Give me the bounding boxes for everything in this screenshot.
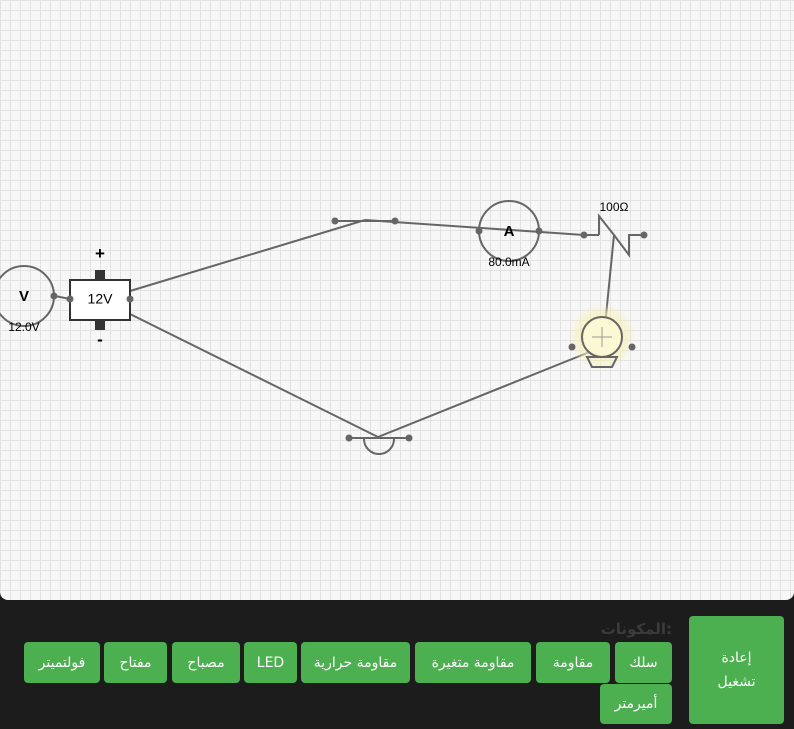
connection-point[interactable] bbox=[391, 217, 399, 225]
connection-point[interactable] bbox=[126, 295, 134, 303]
battery-plus-sign: + bbox=[95, 244, 105, 263]
connection-point[interactable] bbox=[405, 434, 413, 442]
component-toolbar: المكونات: إعادة تشغيل سلك مقاومة مقاومة … bbox=[0, 600, 794, 729]
ammeter-button[interactable]: أميرمتر bbox=[600, 684, 672, 724]
voltmeter[interactable]: V 12.0V bbox=[0, 265, 58, 334]
led-button[interactable]: LED bbox=[244, 642, 297, 683]
battery-positive-terminal bbox=[95, 270, 105, 280]
reset-button-line2: تشغيل bbox=[717, 674, 756, 690]
resistor-button[interactable]: مقاومة bbox=[536, 642, 610, 683]
reset-button-line1: إعادة bbox=[721, 650, 752, 666]
connection-point[interactable] bbox=[535, 227, 543, 235]
connection-point[interactable] bbox=[475, 227, 483, 235]
lamp-button[interactable]: مصباح bbox=[172, 642, 240, 683]
battery-minus-sign: - bbox=[97, 330, 103, 349]
ammeter-reading: 80.0mA bbox=[488, 255, 529, 269]
circuit-diagram: V 12.0V 12V + - A 80.0mA 100Ω bbox=[0, 200, 648, 455]
variable-resistor-label: 100Ω bbox=[600, 200, 629, 214]
variable-resistor[interactable]: 100Ω bbox=[580, 200, 648, 258]
circuit-canvas[interactable]: V 12.0V 12V + - A 80.0mA 100Ω bbox=[0, 0, 794, 600]
variable-resistor-button[interactable]: مقاومة متغيرة bbox=[415, 642, 531, 683]
switch[interactable] bbox=[345, 434, 413, 455]
connection-point[interactable] bbox=[628, 343, 636, 351]
battery-negative-terminal bbox=[95, 320, 105, 330]
switch[interactable] bbox=[331, 217, 399, 225]
ammeter[interactable]: A 80.0mA bbox=[475, 200, 543, 269]
connection-point[interactable] bbox=[640, 231, 648, 239]
reset-button[interactable]: إعادة تشغيل bbox=[689, 616, 784, 724]
ammeter-symbol: A bbox=[504, 223, 515, 240]
connection-point[interactable] bbox=[66, 295, 74, 303]
wire[interactable] bbox=[377, 346, 603, 438]
thermistor-button[interactable]: مقاومة حرارية bbox=[301, 642, 410, 683]
wire[interactable] bbox=[129, 313, 379, 438]
connection-point[interactable] bbox=[568, 343, 576, 351]
connection-point[interactable] bbox=[331, 217, 339, 225]
voltmeter-button[interactable]: فولتميتر bbox=[24, 642, 100, 683]
voltmeter-reading: 12.0V bbox=[8, 320, 39, 334]
switch-button[interactable]: مفتاح bbox=[104, 642, 167, 683]
connection-point[interactable] bbox=[345, 434, 353, 442]
connection-point[interactable] bbox=[580, 231, 588, 239]
wire-button[interactable]: سلك bbox=[615, 642, 672, 683]
voltmeter-symbol: V bbox=[19, 288, 29, 305]
battery-label: 12V bbox=[88, 291, 114, 307]
lamp[interactable] bbox=[568, 303, 636, 371]
wire[interactable] bbox=[129, 219, 366, 292]
battery[interactable]: 12V + - bbox=[66, 244, 134, 349]
connection-point[interactable] bbox=[50, 292, 58, 300]
components-title: المكونات: bbox=[600, 620, 672, 638]
